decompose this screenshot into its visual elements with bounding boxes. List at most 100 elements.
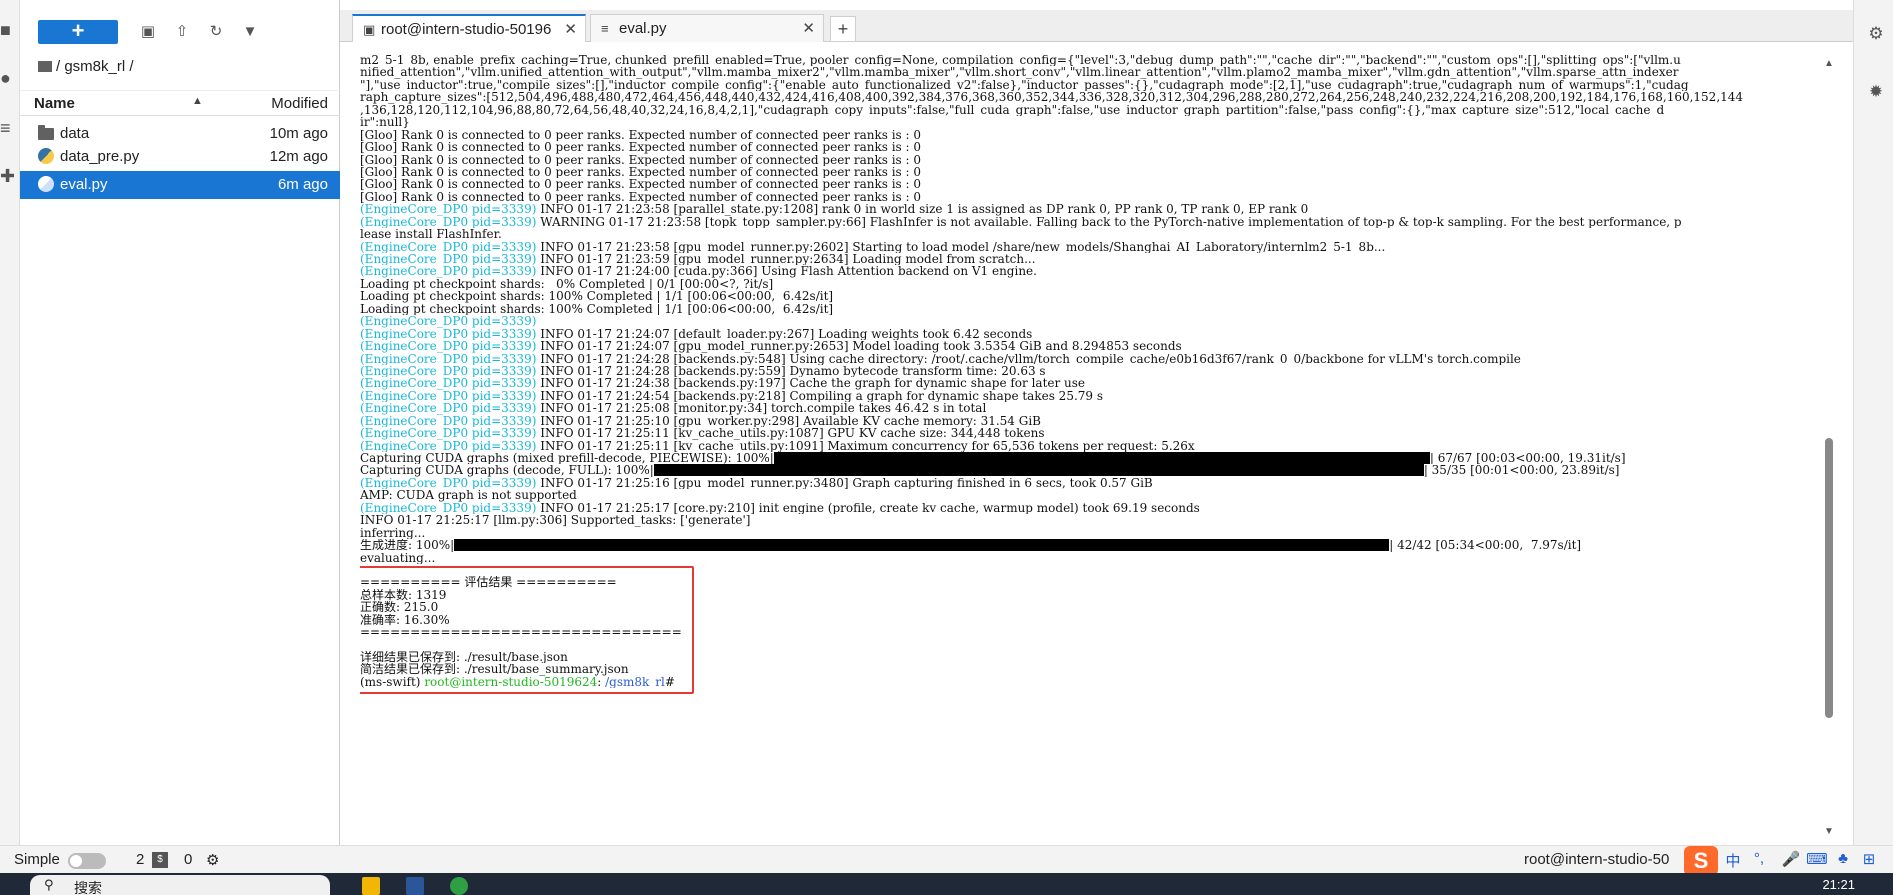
terminal-line: "],"use_inductor":true,"compile_sizes":[… [360,78,1689,92]
file-explorer-icon[interactable] [362,877,380,895]
engine-prefix: (EngineCore_DP0 pid=3339) [360,402,537,415]
terminal-line: raph_capture_sizes":[512,504,496,488,480… [360,91,1744,104]
terminal-icon[interactable]: $ [152,852,168,868]
folder-icon [38,125,56,143]
refresh-icon[interactable]: ↻ [206,22,226,42]
keyboard-icon[interactable]: ⌨ [1806,850,1828,872]
skin-icon[interactable]: ♣ [1832,850,1854,872]
terminal-line: nified_attention","vllm.unified_attentio… [360,66,1679,79]
progress-label: 生成进度: 100%| [360,539,455,552]
ime-punctuation-icon[interactable]: °, [1748,850,1770,872]
terminal-line: (EngineCore_DP0 pid=3339) INFO 01-17 21:… [360,203,1830,215]
file-browser-toolbar: + ▣ ⇧ ↻ ▼ [20,16,340,46]
microphone-icon[interactable]: 🎤 [1780,850,1802,872]
log-text: INFO 01-17 21:25:10 [gpu_worker.py:298] … [536,414,1041,428]
log-text: INFO 01-17 21:24:28 [backends.py:548] Us… [536,352,1521,365]
file-row-data-pre-py[interactable]: data_pre.py 12m ago [20,143,340,171]
terminal-line: m2_5-1_8b, enable_prefix_caching=True, c… [360,54,1681,67]
scrollbar-thumb[interactable] [1825,438,1833,718]
engine-prefix: (EngineCore_DP0 pid=3339) [360,340,537,353]
close-icon[interactable]: ✕ [802,19,815,37]
taskbar-clock: 21:21 [1822,877,1855,892]
file-list-header: Name ▲ Modified [20,90,340,116]
terminal-line: AMP: CUDA graph is not supported [360,489,577,502]
simple-mode-label: Simple [14,851,60,868]
log-text: INFO 01-17 21:24:38 [backends.py:197] Ca… [536,377,1086,390]
commands-icon[interactable]: ≡ [0,118,14,138]
filter-icon[interactable]: ▼ [240,22,260,42]
tab-bar: ▣ root@intern-studio-50196 ✕ ≡ eval.py ✕… [340,10,1853,42]
log-text: INFO 01-17 21:24:54 [backends.py:218] Co… [536,389,1104,403]
terminal-line: (EngineCore_DP0 pid=3339) INFO 01-17 21:… [360,241,1830,253]
tab-terminal[interactable]: ▣ root@intern-studio-50196 ✕ [352,14,586,42]
new-launcher-button[interactable]: + [38,20,118,44]
scroll-down-icon[interactable]: ▼ [1824,826,1834,837]
taskbar-search[interactable]: ⚲ 搜索 [30,875,330,895]
simple-mode-toggle[interactable] [68,853,106,869]
browser-icon[interactable] [450,877,468,895]
extensions-icon[interactable]: ✚ [0,166,14,186]
terminal-line: Loading pt checkpoint shards: 0% Complet… [360,277,774,291]
column-header-modified[interactable]: Modified [271,95,328,112]
word-icon[interactable] [406,877,424,895]
progress-stats: | 42/42 [05:34<00:00, 7.97s/it] [1389,539,1582,552]
files-icon[interactable]: ■ [0,20,14,40]
settings-gear-icon[interactable]: ⚙ [1866,24,1886,44]
engine-prefix: (EngineCore_DP0 pid=3339) [360,327,537,341]
breadcrumb[interactable]: / gsm8k_rl / [38,58,134,75]
terminal-line: [Gloo] Rank 0 is connected to 0 peer ran… [360,165,922,179]
terminal-scrollbar[interactable]: ▲ ▼ [1822,58,1836,838]
add-tab-button[interactable]: + [830,16,856,42]
terminal-line: Capturing CUDA graphs (decode, FULL): 10… [360,464,1830,477]
terminal-line: ,136,128,120,112,104,96,88,80,72,64,56,4… [360,103,1665,117]
running-icon[interactable]: ● [0,68,14,88]
file-modified: 6m ago [277,176,328,193]
close-icon[interactable]: ✕ [564,20,577,38]
file-row-eval-py[interactable]: eval.py 6m ago [20,171,340,199]
terminal-line: (EngineCore_DP0 pid=3339) INFO 01-17 21:… [360,377,1830,389]
breadcrumb-path[interactable]: / gsm8k_rl / [56,58,134,75]
engine-prefix: (EngineCore_DP0 pid=3339) [360,265,537,278]
log-text: INFO 01-17 21:23:58 [parallel_state.py:1… [536,203,1309,216]
terminal-line: (EngineCore_DP0 pid=3339) INFO 01-17 21:… [360,415,1830,427]
main-dock-panel: ▣ root@intern-studio-50196 ✕ ≡ eval.py ✕… [340,0,1853,845]
tab-eval-py[interactable]: ≡ eval.py ✕ [590,14,824,42]
engine-prefix: (EngineCore_DP0 pid=3339) [360,203,537,216]
kernel-gear-icon[interactable]: ⚙ [206,851,219,869]
engine-prefix: (EngineCore_DP0 pid=3339) [360,364,537,378]
new-folder-icon[interactable]: ▣ [138,22,158,42]
progress-bar-fill [454,539,1390,552]
engine-prefix: (EngineCore_DP0 pid=3339) [360,414,537,428]
terminal-line: (EngineCore_DP0 pid=3339) INFO 01-17 21:… [360,477,1830,489]
upload-icon[interactable]: ⇧ [172,22,192,42]
debugger-icon[interactable]: ✹ [1866,82,1886,102]
terminal-line: lease install FlashInfer. [360,228,502,241]
terminal-line: ir":null} [360,116,410,129]
sort-ascending-icon[interactable]: ▲ [192,95,203,107]
engine-prefix: (EngineCore_DP0 pid=3339) [360,253,537,266]
scroll-up-icon[interactable]: ▲ [1824,58,1834,69]
log-text: INFO 01-17 21:24:28 [backends.py:559] Dy… [536,364,1046,378]
file-modified: 12m ago [269,148,328,165]
sogou-ime-icon[interactable]: S [1684,846,1718,876]
ime-language[interactable]: 中 [1722,850,1744,872]
ime-menu-icon[interactable]: ⊞ [1858,850,1880,872]
engine-prefix: (EngineCore_DP0 pid=3339) [360,476,537,490]
engine-prefix: (EngineCore_DP0 pid=3339) [360,377,537,390]
terminal-line: [Gloo] Rank 0 is connected to 0 peer ran… [360,190,922,204]
file-name: data_pre.py [60,148,140,165]
terminal-output[interactable]: m2_5-1_8b, enable_prefix_caching=True, c… [360,54,1836,844]
status-bar: Simple 2 $ 0 ⚙ root@intern-studio-50 S 中… [0,845,1893,876]
progress-label: Capturing CUDA graphs (decode, FULL): 10… [360,464,654,477]
log-text: INFO 01-17 21:25:11 [kv_cache_utils.py:1… [536,427,1045,440]
result-highlight-box [360,566,694,694]
engine-prefix: (EngineCore_DP0 pid=3339) [360,389,537,403]
terminal-line: Loading pt checkpoint shards: 100% Compl… [360,302,834,316]
python-file-icon [38,176,56,194]
column-header-name[interactable]: Name [34,95,75,112]
engine-prefix: (EngineCore_DP0 pid=3339) [360,439,537,452]
log-text: INFO 01-17 21:23:59 [gpu_model_runner.py… [536,253,1036,266]
terminal-line: (EngineCore_DP0 pid=3339) INFO 01-17 21:… [360,390,1830,402]
search-icon: ⚲ [44,877,54,892]
terminal-line: (EngineCore_DP0 pid=3339) INFO 01-17 21:… [360,402,1830,414]
